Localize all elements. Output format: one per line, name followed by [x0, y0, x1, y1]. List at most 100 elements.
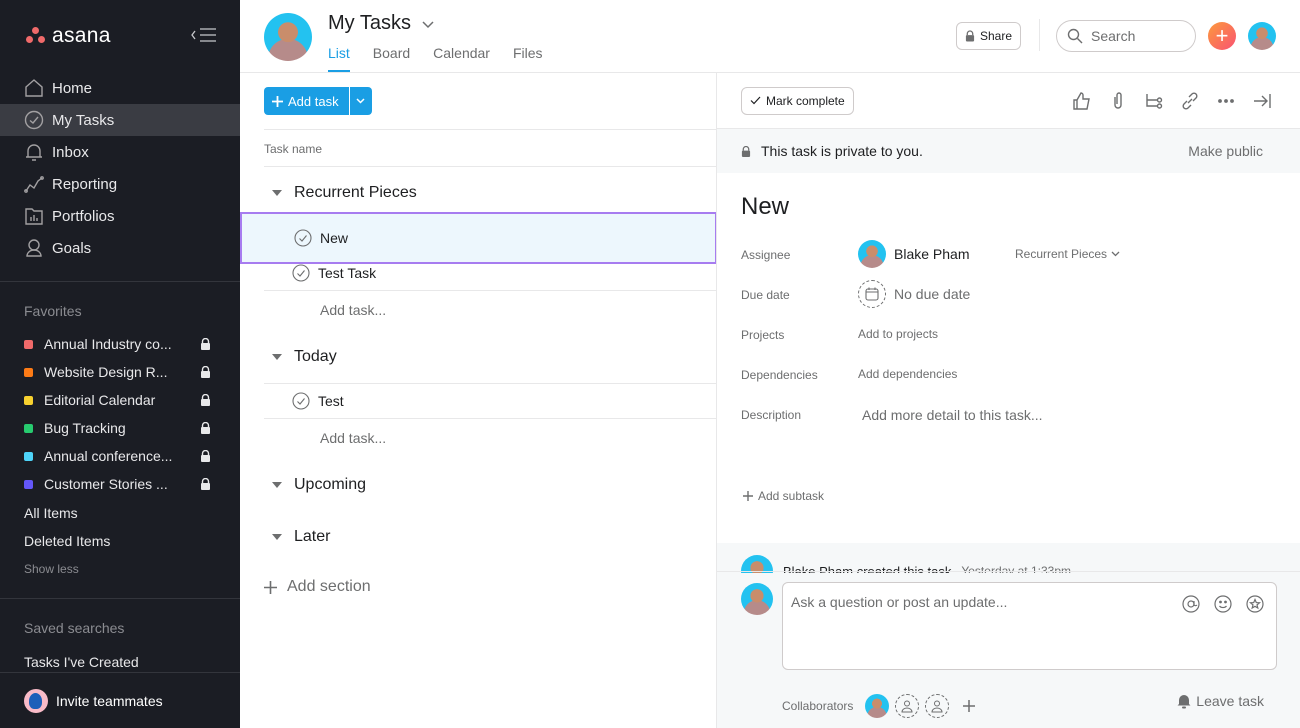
all-items-link[interactable]: All Items — [24, 505, 78, 521]
collapse-sidebar-icon[interactable] — [190, 26, 218, 44]
tab-board[interactable]: Board — [373, 45, 410, 72]
home-icon — [25, 79, 43, 97]
more-icon[interactable] — [1216, 91, 1236, 111]
favorite-label: Annual conference... — [44, 448, 173, 464]
due-date-value: No due date — [894, 286, 971, 302]
quick-add-button[interactable]: + — [1208, 22, 1236, 50]
assignee-field[interactable]: Blake Pham — [858, 240, 969, 268]
complete-check-icon[interactable] — [294, 229, 312, 247]
saved-search-item[interactable]: Tasks I've Created — [24, 654, 139, 670]
add-task-label: Add task — [288, 93, 339, 109]
chevron-down-icon[interactable] — [421, 19, 435, 29]
add-collaborator-icon[interactable] — [963, 700, 976, 712]
empty-collaborator-slot[interactable] — [925, 694, 950, 718]
empty-collaborator-slot[interactable] — [895, 694, 920, 718]
leave-task-button[interactable]: Leave task — [1177, 693, 1264, 709]
favorite-project[interactable]: Annual Industry co... — [0, 330, 240, 358]
sidebar-item-my-tasks[interactable]: My Tasks — [0, 104, 240, 136]
tab-list[interactable]: List — [328, 45, 350, 72]
task-list-pane: Add task Task name Recurrent Pieces New … — [240, 73, 717, 728]
assignee-avatar — [858, 240, 886, 268]
add-subtask-button[interactable]: Add subtask — [743, 489, 824, 503]
sidebar-item-portfolios[interactable]: Portfolios — [0, 200, 240, 232]
task-title[interactable]: New — [741, 193, 789, 221]
add-to-projects-button[interactable]: Add to projects — [858, 327, 938, 341]
add-task-button[interactable]: Add task — [264, 87, 349, 115]
comment-input[interactable]: Ask a question or post an update... — [782, 582, 1277, 670]
calendar-icon — [858, 280, 886, 308]
add-task-inline[interactable]: Add task... — [320, 430, 386, 446]
collapse-triangle-icon[interactable] — [272, 482, 282, 488]
share-button[interactable]: Share — [956, 22, 1022, 50]
tab-files[interactable]: Files — [513, 45, 543, 72]
search-input[interactable]: Search — [1056, 20, 1196, 52]
sidebar-item-reporting[interactable]: Reporting — [0, 168, 240, 200]
show-less-link[interactable]: Show less — [24, 562, 79, 576]
task-row[interactable]: Test Task — [264, 255, 717, 291]
task-name[interactable]: Test Task — [318, 265, 376, 281]
profile-avatar[interactable] — [1248, 22, 1276, 50]
favorite-project[interactable]: Bug Tracking — [0, 414, 240, 442]
favorite-project[interactable]: Website Design R... — [0, 358, 240, 386]
sidebar-item-inbox[interactable]: Inbox — [0, 136, 240, 168]
tab-calendar[interactable]: Calendar — [433, 45, 490, 72]
task-name[interactable]: Test — [318, 393, 344, 409]
asana-logo[interactable]: asana — [26, 24, 111, 48]
project-color-dot — [24, 451, 33, 461]
task-row[interactable]: Test — [264, 383, 717, 419]
sidebar: asana Home My Tasks Inbox Reporting Port… — [0, 0, 240, 728]
link-icon[interactable] — [1180, 91, 1200, 111]
add-task-dropdown-button[interactable] — [349, 87, 372, 115]
attachment-icon[interactable] — [1108, 91, 1128, 111]
add-section-button[interactable]: Add section — [264, 578, 371, 596]
saved-searches-heading[interactable]: Saved searches — [24, 620, 124, 636]
close-pane-icon[interactable] — [1252, 91, 1272, 111]
collapse-triangle-icon[interactable] — [272, 190, 282, 196]
section-header[interactable]: Recurrent Pieces — [272, 184, 417, 202]
make-public-button[interactable]: Make public — [1188, 143, 1263, 159]
section-header[interactable]: Today — [272, 348, 337, 366]
favorite-project[interactable]: Annual conference... — [0, 442, 240, 470]
deleted-items-link[interactable]: Deleted Items — [24, 533, 110, 549]
complete-check-icon[interactable] — [292, 392, 310, 410]
check-circle-icon — [24, 110, 44, 130]
appreciation-star-icon[interactable] — [1246, 595, 1264, 613]
favorite-project[interactable]: Customer Stories ... — [0, 470, 240, 498]
add-dependencies-button[interactable]: Add dependencies — [858, 367, 957, 381]
complete-check-icon[interactable] — [292, 263, 310, 282]
column-header-task-name[interactable]: Task name — [264, 129, 717, 167]
page-title-text: My Tasks — [328, 12, 411, 34]
favorites-heading[interactable]: Favorites — [24, 303, 82, 319]
sidebar-nav: Home My Tasks Inbox Reporting Portfolios… — [0, 72, 240, 264]
collapse-triangle-icon[interactable] — [272, 354, 282, 360]
favorites-list: Annual Industry co... Website Design R..… — [0, 330, 240, 498]
like-icon[interactable] — [1072, 91, 1092, 111]
mark-complete-button[interactable]: Mark complete — [741, 86, 854, 115]
sidebar-item-goals[interactable]: Goals — [0, 232, 240, 264]
line-chart-icon — [24, 176, 44, 193]
favorite-project[interactable]: Editorial Calendar — [0, 386, 240, 414]
task-name[interactable]: New — [320, 230, 348, 246]
sidebar-item-label: My Tasks — [52, 111, 115, 129]
page-title[interactable]: My Tasks — [328, 12, 435, 35]
add-section-label: Add section — [287, 578, 371, 595]
section-header[interactable]: Upcoming — [272, 476, 366, 494]
section-header[interactable]: Later — [272, 528, 330, 546]
assignee-section-dropdown[interactable]: Recurrent Pieces — [1015, 247, 1120, 261]
lock-icon — [965, 30, 975, 42]
projects-label: Projects — [741, 328, 785, 342]
collapse-triangle-icon[interactable] — [272, 534, 282, 540]
invite-teammates-button[interactable]: Invite teammates — [24, 689, 163, 713]
mark-complete-label: Mark complete — [766, 93, 845, 108]
plus-icon — [272, 95, 283, 107]
subtasks-icon[interactable] — [1144, 91, 1164, 111]
due-date-field[interactable]: No due date — [858, 280, 970, 308]
sidebar-item-home[interactable]: Home — [0, 72, 240, 104]
emoji-icon[interactable] — [1214, 595, 1232, 613]
plus-icon: + — [1215, 23, 1229, 48]
collaborator-avatar[interactable] — [865, 694, 890, 718]
description-input[interactable]: Add more detail to this task... — [862, 407, 1043, 423]
dependencies-label: Dependencies — [741, 368, 818, 382]
mention-icon[interactable] — [1182, 595, 1200, 613]
add-task-inline[interactable]: Add task... — [320, 302, 386, 318]
